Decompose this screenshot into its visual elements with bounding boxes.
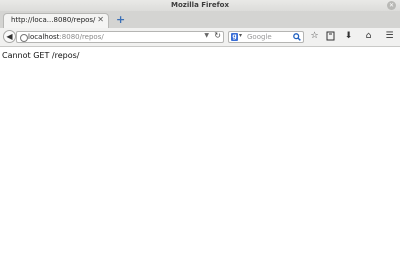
- window-close-button[interactable]: ✕: [387, 1, 396, 10]
- tab-title: http://loca...8080/repos/: [11, 16, 96, 24]
- url-host: localhost: [28, 33, 60, 41]
- error-message: Cannot GET /repos/: [2, 51, 80, 60]
- new-tab-button[interactable]: +: [116, 11, 125, 28]
- url-history-dropdown-icon[interactable]: ▼: [204, 32, 209, 39]
- search-engine-icon[interactable]: g: [231, 33, 238, 41]
- star-icon[interactable]: ☆: [309, 31, 320, 42]
- reload-icon[interactable]: ↻: [214, 31, 221, 40]
- window-title: Mozilla Firefox: [171, 1, 229, 9]
- back-arrow-icon: ◀: [6, 32, 13, 41]
- tab-strip: http://loca...8080/repos/ ✕: [0, 11, 400, 28]
- search-placeholder: Google: [247, 33, 272, 41]
- bookmarks-menu-icon[interactable]: [325, 31, 336, 42]
- navigation-toolbar: ◀ localhost:8080/repos/ ▼ ↻ g ▾ Google ☆…: [0, 28, 400, 47]
- url-text[interactable]: localhost:8080/repos/: [28, 33, 104, 41]
- hamburger-menu-icon[interactable]: ☰: [384, 31, 395, 42]
- url-bar[interactable]: localhost:8080/repos/ ▼ ↻: [16, 31, 224, 43]
- download-icon[interactable]: ⬇: [343, 31, 354, 42]
- window-titlebar: Mozilla Firefox ✕: [0, 0, 400, 11]
- tab-active[interactable]: http://loca...8080/repos/ ✕: [3, 13, 109, 28]
- home-icon[interactable]: ⌂: [363, 31, 374, 42]
- back-button[interactable]: ◀: [3, 30, 16, 43]
- search-engine-dropdown-icon[interactable]: ▾: [239, 32, 242, 39]
- url-path: :8080/repos/: [59, 33, 104, 41]
- tab-close-icon[interactable]: ✕: [97, 15, 104, 24]
- search-bar[interactable]: g ▾ Google: [228, 31, 304, 43]
- site-identity-icon[interactable]: [20, 34, 28, 42]
- search-icon[interactable]: [293, 33, 301, 41]
